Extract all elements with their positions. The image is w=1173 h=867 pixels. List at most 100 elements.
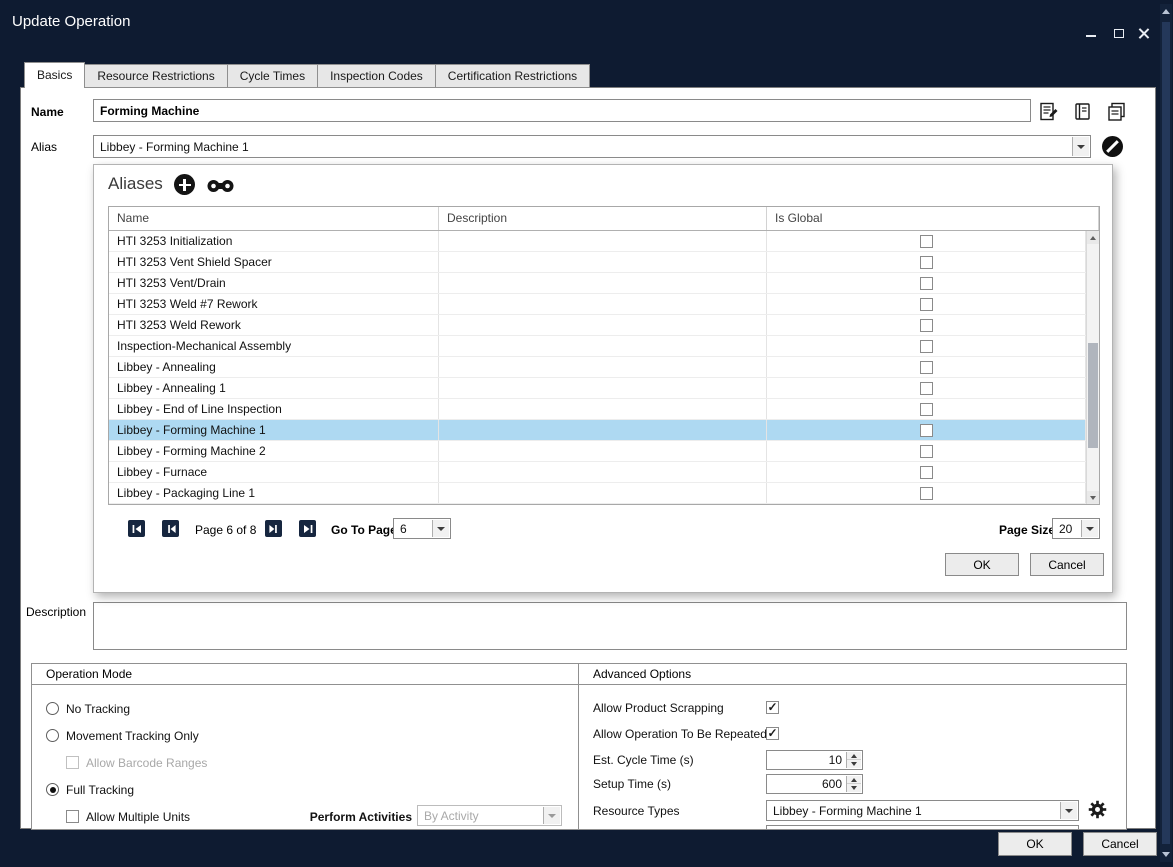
alias-description-cell[interactable] [439, 399, 767, 419]
radio-icon[interactable] [46, 729, 59, 742]
alias-dropdown-arrow-icon[interactable] [1072, 137, 1089, 156]
alias-description-cell[interactable] [439, 231, 767, 251]
is-global-checkbox[interactable] [920, 340, 933, 353]
checkbox-icon[interactable] [66, 810, 79, 823]
table-row[interactable]: HTI 3253 Weld #7 Rework [109, 294, 1086, 315]
table-row[interactable]: Libbey - Annealing [109, 357, 1086, 378]
setup-time-stepper[interactable]: 600 [766, 774, 863, 794]
alias-name-cell[interactable]: Libbey - Forming Machine 2 [109, 441, 439, 461]
last-page-button[interactable] [299, 520, 316, 537]
column-header-is-global[interactable]: Is Global [767, 207, 1099, 230]
alias-description-cell[interactable] [439, 315, 767, 335]
alias-name-cell[interactable]: Libbey - Annealing [109, 357, 439, 377]
alias-description-cell[interactable] [439, 483, 767, 503]
binoculars-search-icon[interactable] [207, 179, 234, 196]
alias-combobox[interactable]: Libbey - Forming Machine 1 [93, 135, 1091, 158]
description-input[interactable] [93, 602, 1127, 650]
column-header-name[interactable]: Name [109, 207, 439, 230]
ok-button[interactable]: OK [998, 832, 1072, 856]
table-row[interactable]: Libbey - Annealing 1 [109, 378, 1086, 399]
alias-name-cell[interactable]: HTI 3253 Initialization [109, 231, 439, 251]
scroll-up-icon[interactable] [1162, 9, 1170, 14]
alias-name-cell[interactable]: Libbey - Packaging Line 1 [109, 483, 439, 503]
checkbox-allow-multiple-units[interactable]: Allow Multiple Units [66, 809, 190, 824]
alias-name-cell[interactable]: HTI 3253 Vent/Drain [109, 273, 439, 293]
alias-description-cell[interactable] [439, 462, 767, 482]
aliases-cancel-button[interactable]: Cancel [1030, 553, 1104, 576]
table-row[interactable]: Inspection-Mechanical Assembly [109, 336, 1086, 357]
table-row[interactable]: Libbey - Forming Machine 1 [109, 420, 1086, 441]
radio-movement-tracking-only[interactable]: Movement Tracking Only [46, 728, 199, 743]
is-global-checkbox[interactable] [920, 487, 933, 500]
tab-inspection-codes[interactable]: Inspection Codes [317, 64, 436, 88]
tab-cycle-times[interactable]: Cycle Times [227, 64, 318, 88]
is-global-checkbox[interactable] [920, 382, 933, 395]
window-scrollbar-thumb[interactable] [1162, 22, 1170, 844]
alias-description-cell[interactable] [439, 273, 767, 293]
previous-page-button[interactable] [162, 520, 179, 537]
radio-icon[interactable] [46, 783, 59, 796]
table-row[interactable]: HTI 3253 Weld Rework [109, 315, 1086, 336]
alias-name-cell[interactable]: HTI 3253 Vent Shield Spacer [109, 252, 439, 272]
alias-description-cell[interactable] [439, 252, 767, 272]
table-row[interactable]: Libbey - Furnace [109, 462, 1086, 483]
spin-down-icon[interactable] [847, 760, 861, 768]
scroll-down-icon[interactable] [1162, 852, 1170, 857]
page-size-arrow-icon[interactable] [1081, 520, 1098, 537]
alias-name-cell[interactable]: HTI 3253 Weld Rework [109, 315, 439, 335]
spin-down-icon[interactable] [847, 784, 861, 792]
table-scrollbar-thumb[interactable] [1088, 343, 1098, 448]
table-row[interactable]: HTI 3253 Vent Shield Spacer [109, 252, 1086, 273]
alias-name-cell[interactable]: Inspection-Mechanical Assembly [109, 336, 439, 356]
first-page-button[interactable] [128, 520, 145, 537]
radio-icon[interactable] [46, 702, 59, 715]
form-pencil-icon[interactable] [1037, 101, 1061, 123]
minimize-button[interactable] [1086, 35, 1096, 37]
window-scrollbar[interactable] [1160, 4, 1172, 862]
spin-up-icon[interactable] [847, 776, 861, 784]
table-row[interactable]: HTI 3253 Initialization [109, 231, 1086, 252]
table-row[interactable]: Libbey - Forming Machine 2 [109, 441, 1086, 462]
go-to-page-arrow-icon[interactable] [432, 520, 449, 537]
tab-basics[interactable]: Basics [24, 62, 85, 88]
alias-description-cell[interactable] [439, 357, 767, 377]
table-row[interactable]: HTI 3253 Vent/Drain [109, 273, 1086, 294]
resource-types-select[interactable]: Libbey - Forming Machine 1 [766, 800, 1079, 821]
maximize-button[interactable] [1114, 29, 1124, 38]
alias-description-cell[interactable] [439, 336, 767, 356]
aliases-ok-button[interactable]: OK [945, 553, 1019, 576]
is-global-checkbox[interactable] [920, 424, 933, 437]
go-to-page-select[interactable]: 6 [393, 518, 451, 539]
table-scrollbar[interactable] [1086, 231, 1099, 504]
alias-name-cell[interactable]: Libbey - End of Line Inspection [109, 399, 439, 419]
tab-certification-restrictions[interactable]: Certification Restrictions [435, 64, 590, 88]
is-global-checkbox[interactable] [920, 319, 933, 332]
book-icon[interactable] [1071, 101, 1095, 123]
name-input[interactable] [93, 99, 1031, 122]
is-global-checkbox[interactable] [920, 256, 933, 269]
alias-description-cell[interactable] [439, 420, 767, 440]
alias-description-cell[interactable] [439, 294, 767, 314]
table-row[interactable]: Libbey - Packaging Line 1 [109, 483, 1086, 504]
alias-name-cell[interactable]: Libbey - Furnace [109, 462, 439, 482]
alias-name-cell[interactable]: Libbey - Forming Machine 1 [109, 420, 439, 440]
is-global-checkbox[interactable] [920, 298, 933, 311]
is-global-checkbox[interactable] [920, 235, 933, 248]
column-header-description[interactable]: Description [439, 207, 767, 230]
alias-name-cell[interactable]: Libbey - Annealing 1 [109, 378, 439, 398]
next-page-button[interactable] [265, 520, 282, 537]
close-button[interactable] [1138, 28, 1149, 39]
resource-types-arrow-icon[interactable] [1060, 802, 1077, 819]
alias-description-cell[interactable] [439, 441, 767, 461]
table-row[interactable]: Libbey - End of Line Inspection [109, 399, 1086, 420]
est-cycle-time-stepper[interactable]: 10 [766, 750, 863, 770]
allow-operation-repeated-checkbox[interactable] [766, 727, 779, 740]
gear-icon[interactable] [1088, 800, 1107, 819]
radio-no-tracking[interactable]: No Tracking [46, 701, 130, 716]
is-global-checkbox[interactable] [920, 403, 933, 416]
add-alias-icon[interactable] [174, 174, 195, 195]
is-global-checkbox[interactable] [920, 361, 933, 374]
page-size-select[interactable]: 20 [1052, 518, 1100, 539]
book-stack-icon[interactable] [1105, 101, 1129, 123]
is-global-checkbox[interactable] [920, 445, 933, 458]
